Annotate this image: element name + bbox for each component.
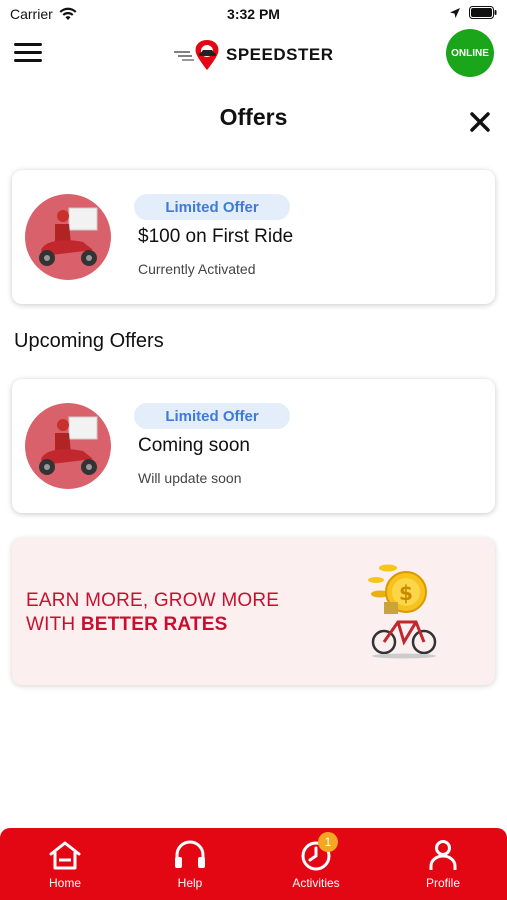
active-offer-card[interactable]: Limited Offer $100 on First Ride Current… — [12, 170, 495, 304]
limited-offer-badge: Limited Offer — [134, 194, 290, 220]
logo-pin-icon — [174, 40, 219, 70]
banner-subline: WITH BETTER RATES — [26, 614, 228, 635]
nav-home-label: Home — [48, 876, 81, 890]
offer-status: Currently Activated — [138, 261, 256, 277]
offer-status: Will update soon — [138, 470, 242, 486]
headphones-icon — [175, 840, 205, 868]
svg-text:$: $ — [399, 581, 413, 605]
nav-activities[interactable]: 1 Activities — [271, 832, 361, 890]
brand-name: SPEEDSTER — [226, 45, 334, 64]
brand-logo: SPEEDSTER — [172, 38, 333, 72]
nav-profile[interactable]: Profile — [398, 838, 488, 890]
earn-more-banner[interactable]: EARN MORE, GROW MORE WITH BETTER RATES $ — [12, 538, 495, 685]
menu-button[interactable] — [14, 38, 48, 66]
clock: 3:32 PM — [227, 6, 280, 22]
hamburger-icon — [14, 42, 42, 46]
nav-home[interactable]: Home — [20, 838, 110, 890]
location-arrow-icon — [450, 7, 460, 18]
nav-activities-label: Activities — [292, 876, 340, 890]
close-icon — [470, 112, 490, 132]
offer-scooter-image — [25, 403, 111, 489]
activities-notification-badge: 1 — [318, 832, 338, 852]
banner-headline: EARN MORE, GROW MORE — [26, 590, 280, 611]
offer-title: Coming soon — [138, 435, 250, 456]
upcoming-offers-heading: Upcoming Offers — [14, 330, 164, 352]
user-icon — [429, 840, 457, 870]
nav-profile-label: Profile — [425, 876, 460, 890]
limited-offer-badge: Limited Offer — [134, 403, 290, 429]
app-header: SPEEDSTER ONLINE — [0, 28, 507, 80]
nav-help-label: Help — [177, 876, 203, 890]
status-icons — [449, 6, 497, 19]
coin-bicycle-illustration: $ — [368, 564, 437, 659]
home-icon — [49, 841, 81, 870]
nav-help[interactable]: Help — [145, 838, 235, 890]
offer-scooter-image — [25, 194, 111, 280]
status-bar: Carrier 3:32 PM — [0, 0, 507, 28]
close-button[interactable] — [466, 108, 494, 136]
online-status-toggle[interactable]: ONLINE — [446, 29, 494, 77]
offer-title: $100 on First Ride — [138, 226, 294, 247]
upcoming-offer-card[interactable]: Limited Offer Coming soon Will update so… — [12, 379, 495, 513]
bottom-navigation: Home Help 1 Activities Profile — [0, 828, 507, 900]
page-title: Offers — [219, 104, 288, 130]
battery-icon — [469, 6, 497, 19]
